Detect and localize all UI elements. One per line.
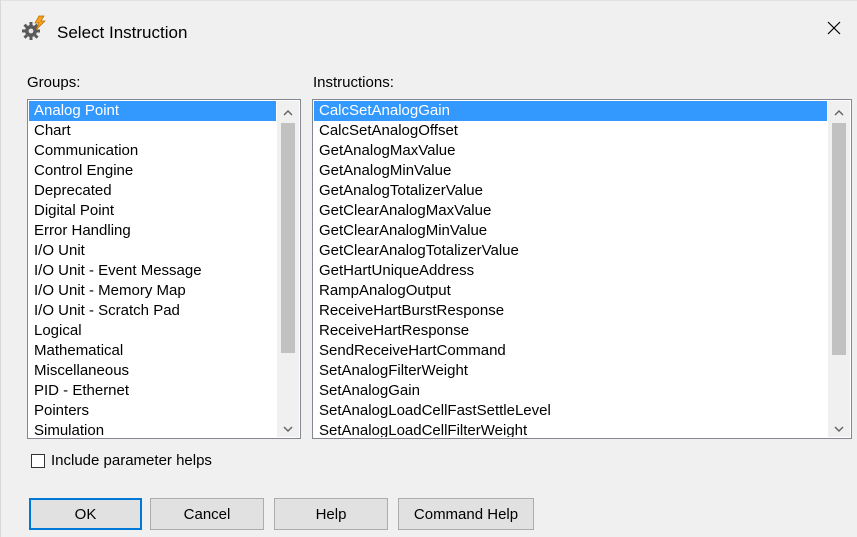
include-param-helps-label: Include parameter helps bbox=[51, 452, 212, 469]
command-help-button[interactable]: Command Help bbox=[398, 498, 534, 530]
group-list-item[interactable]: Miscellaneous bbox=[29, 361, 276, 381]
gear-bolt-icon bbox=[21, 15, 47, 41]
instructions-listbox[interactable]: CalcSetAnalogGain CalcSetAnalogOffset GetA… bbox=[312, 99, 852, 439]
instruction-list-item[interactable]: ReceiveHartBurstResponse bbox=[314, 301, 827, 321]
group-list-item[interactable]: Control Engine bbox=[29, 161, 276, 181]
instructions-scroll-up-button[interactable] bbox=[828, 101, 850, 121]
instruction-list-item[interactable]: GetAnalogMinValue bbox=[314, 161, 827, 181]
group-list-item[interactable]: I/O Unit - Event Message bbox=[29, 261, 276, 281]
instruction-list-item[interactable]: GetClearAnalogMinValue bbox=[314, 221, 827, 241]
instructions-scrollbar[interactable] bbox=[828, 101, 850, 437]
groups-scroll-down-button[interactable] bbox=[277, 417, 299, 437]
group-list-item[interactable]: I/O Unit bbox=[29, 241, 276, 261]
instructions-items: CalcSetAnalogGain CalcSetAnalogOffset GetA… bbox=[314, 101, 827, 437]
groups-scrollbar[interactable] bbox=[277, 101, 299, 437]
close-icon bbox=[826, 20, 842, 40]
groups-listbox[interactable]: Analog Point Chart Communication Control En… bbox=[27, 99, 301, 439]
chevron-down-icon bbox=[283, 419, 293, 436]
groups-label: Groups: bbox=[27, 74, 81, 91]
groups-items: Analog Point Chart Communication Control En… bbox=[29, 101, 276, 437]
groups-scroll-up-button[interactable] bbox=[277, 101, 299, 121]
chevron-down-icon bbox=[834, 419, 844, 436]
cancel-button[interactable]: Cancel bbox=[150, 498, 264, 530]
instruction-list-item[interactable]: SetAnalogFilterWeight bbox=[314, 361, 827, 381]
group-list-item[interactable]: Digital Point bbox=[29, 201, 276, 221]
group-list-item[interactable]: I/O Unit - Memory Map bbox=[29, 281, 276, 301]
title-bar: Select Instruction bbox=[0, 1, 857, 49]
instruction-list-item[interactable]: SetAnalogLoadCellFilterWeight bbox=[314, 421, 827, 437]
instruction-list-item[interactable]: GetHartUniqueAddress bbox=[314, 261, 827, 281]
instruction-list-item[interactable]: ReceiveHartResponse bbox=[314, 321, 827, 341]
group-list-item[interactable]: Communication bbox=[29, 141, 276, 161]
instruction-list-item[interactable]: GetClearAnalogTotalizerValue bbox=[314, 241, 827, 261]
instruction-list-item[interactable]: SendReceiveHartCommand bbox=[314, 341, 827, 361]
chevron-up-icon bbox=[834, 103, 844, 120]
instruction-list-item[interactable]: SetAnalogLoadCellFastSettleLevel bbox=[314, 401, 827, 421]
group-list-item[interactable]: Pointers bbox=[29, 401, 276, 421]
group-list-item[interactable]: Logical bbox=[29, 321, 276, 341]
instruction-list-item[interactable]: CalcSetAnalogGain bbox=[314, 101, 827, 121]
chevron-up-icon bbox=[283, 103, 293, 120]
instructions-scroll-thumb[interactable] bbox=[832, 123, 846, 355]
group-list-item[interactable]: Error Handling bbox=[29, 221, 276, 241]
group-list-item[interactable]: Deprecated bbox=[29, 181, 276, 201]
group-list-item[interactable]: PID - Ethernet bbox=[29, 381, 276, 401]
group-list-item[interactable]: Chart bbox=[29, 121, 276, 141]
instruction-list-item[interactable]: GetClearAnalogMaxValue bbox=[314, 201, 827, 221]
group-list-item[interactable]: Mathematical bbox=[29, 341, 276, 361]
instructions-label: Instructions: bbox=[313, 74, 394, 91]
instruction-list-item[interactable]: RampAnalogOutput bbox=[314, 281, 827, 301]
help-button[interactable]: Help bbox=[274, 498, 388, 530]
ok-button[interactable]: OK bbox=[29, 498, 142, 530]
instruction-list-item[interactable]: SetAnalogGain bbox=[314, 381, 827, 401]
window-left-border bbox=[0, 0, 1, 537]
include-param-helps-checkbox[interactable] bbox=[31, 453, 45, 468]
group-list-item[interactable]: Simulation bbox=[29, 421, 276, 437]
groups-scroll-thumb[interactable] bbox=[281, 123, 295, 353]
instruction-list-item[interactable]: CalcSetAnalogOffset bbox=[314, 121, 827, 141]
close-button[interactable] bbox=[811, 11, 857, 49]
instruction-list-item[interactable]: GetAnalogMaxValue bbox=[314, 141, 827, 161]
group-list-item[interactable]: I/O Unit - Scratch Pad bbox=[29, 301, 276, 321]
dialog-title: Select Instruction bbox=[57, 23, 188, 42]
include-param-helps-option[interactable]: Include parameter helps bbox=[31, 452, 212, 469]
group-list-item[interactable]: Analog Point bbox=[29, 101, 276, 121]
instruction-list-item[interactable]: GetAnalogTotalizerValue bbox=[314, 181, 827, 201]
instructions-scroll-down-button[interactable] bbox=[828, 417, 850, 437]
